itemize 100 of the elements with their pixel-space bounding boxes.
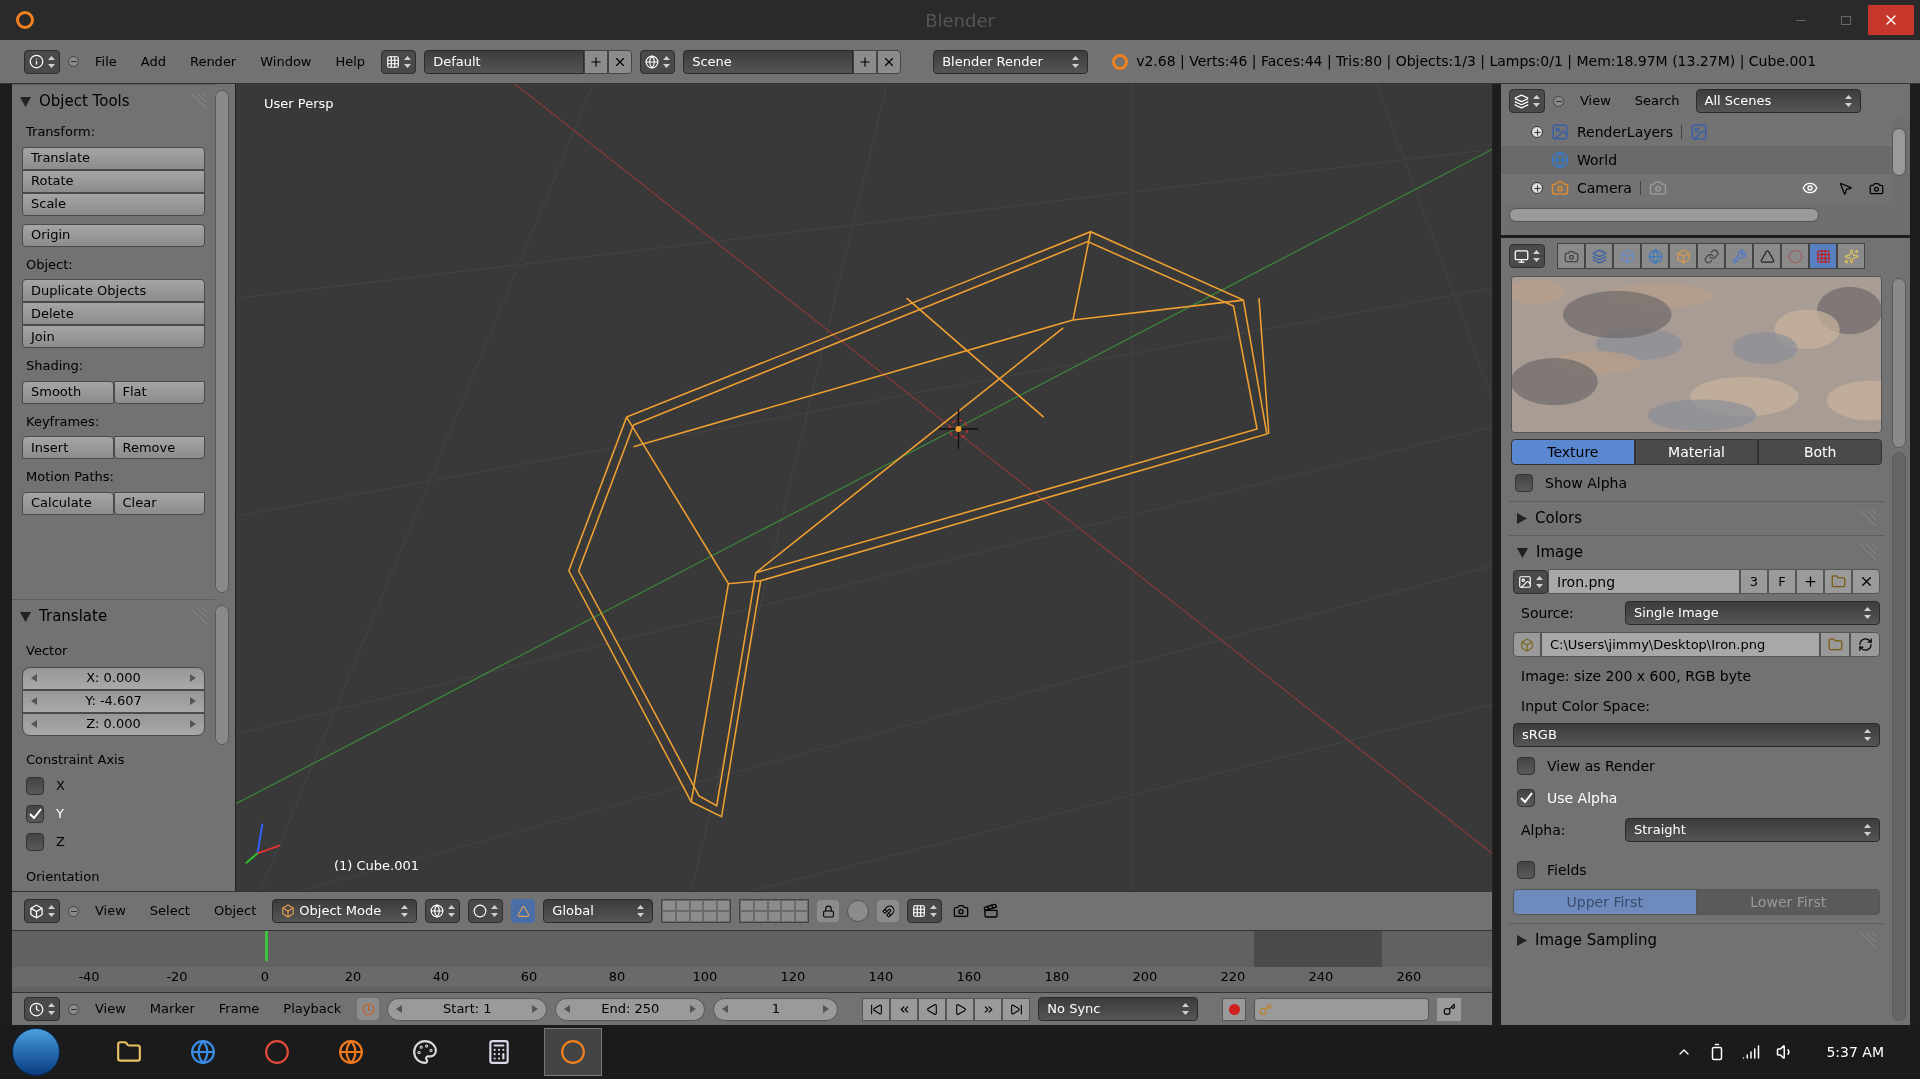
current-frame-field[interactable]: 1 (713, 997, 839, 1021)
jump-start-icon[interactable] (862, 997, 891, 1021)
left-arrow-icon[interactable] (722, 1005, 729, 1013)
scrollbar[interactable] (215, 605, 229, 745)
properties-tab[interactable] (1725, 243, 1753, 269)
properties-editor-button[interactable] (1509, 244, 1545, 268)
properties-tab[interactable] (1753, 243, 1781, 269)
start-frame-field[interactable]: Start: 1 (387, 997, 548, 1021)
checkbox[interactable] (1515, 474, 1533, 492)
tool-button[interactable]: Clear (113, 491, 205, 515)
properties-tab[interactable] (1585, 243, 1613, 269)
properties-tab[interactable] (1697, 243, 1725, 269)
snap-button[interactable] (907, 899, 943, 923)
scrollbar[interactable] (1892, 128, 1906, 176)
menu-item[interactable]: View (1572, 91, 1619, 111)
right-arrow-icon[interactable] (690, 1005, 697, 1013)
menu-item[interactable]: View (87, 999, 134, 1019)
close-icon[interactable] (608, 49, 633, 74)
menu-item[interactable]: Render (181, 51, 245, 72)
menu-item[interactable]: Frame (210, 999, 268, 1019)
left-arrow-icon[interactable] (31, 720, 37, 728)
scrollbar[interactable] (1892, 278, 1906, 448)
outliner-row[interactable]: RenderLayers (1501, 118, 1892, 146)
collapse-icon[interactable] (68, 56, 79, 67)
file-path-field[interactable]: C:\Users\jimmy\Desktop\Iron.png (1541, 632, 1820, 657)
tool-button[interactable]: Flat (113, 380, 205, 404)
tool-button[interactable]: Smooth (22, 380, 114, 404)
preview-mode-tab[interactable]: Both (1758, 439, 1882, 465)
scrollbar[interactable] (215, 90, 229, 593)
checkbox[interactable] (26, 777, 44, 795)
properties-tab[interactable] (1641, 243, 1669, 269)
add-icon[interactable] (1796, 569, 1824, 594)
tool-button[interactable]: Translate (22, 146, 205, 170)
start-button[interactable] (12, 1028, 60, 1076)
menu-item[interactable]: Search (1626, 91, 1688, 111)
menu-item[interactable]: Window (252, 51, 320, 72)
render-preview-icon[interactable] (847, 900, 870, 922)
orientation-dropdown[interactable]: Global (543, 899, 654, 923)
close-icon[interactable] (877, 49, 902, 74)
image-browse-button[interactable] (1513, 569, 1548, 594)
left-arrow-icon[interactable] (31, 674, 37, 682)
expand-icon[interactable] (1531, 126, 1543, 138)
shading-button[interactable] (425, 899, 461, 923)
close-button[interactable] (1868, 5, 1914, 35)
left-arrow-icon[interactable] (396, 1005, 403, 1013)
layout-type-button[interactable] (381, 49, 417, 74)
menu-item[interactable]: View (87, 901, 134, 921)
right-arrow-icon[interactable] (190, 674, 196, 682)
left-arrow-icon[interactable] (564, 1005, 571, 1013)
menu-item[interactable]: Playback (275, 999, 350, 1019)
render-engine-dropdown[interactable]: Blender Render (933, 49, 1089, 74)
right-arrow-icon[interactable] (532, 1005, 539, 1013)
outliner-row[interactable]: World (1501, 146, 1892, 174)
menu-item[interactable]: Object (205, 901, 265, 921)
checkbox[interactable] (1517, 757, 1535, 775)
key-icon[interactable] (1437, 997, 1462, 1021)
sync-dropdown[interactable]: No Sync (1038, 997, 1199, 1021)
layout-field[interactable]: Default (424, 49, 585, 74)
collapse-icon[interactable] (68, 905, 79, 917)
user-count[interactable]: 3 (1740, 569, 1768, 594)
right-arrow-icon[interactable] (823, 1005, 830, 1013)
tool-button[interactable]: Delete (22, 302, 205, 325)
number-field[interactable]: Z: 0.000 (22, 712, 205, 736)
3d-viewport[interactable]: User Persp (1) Cube.001 (235, 84, 1492, 891)
outliner-row[interactable]: Camera (1501, 174, 1892, 202)
collapse-icon[interactable] (68, 1003, 79, 1015)
properties-tab[interactable] (1781, 243, 1809, 269)
expand-icon[interactable] (1531, 182, 1543, 194)
editor-type-button[interactable] (24, 899, 60, 923)
jump-end-icon[interactable] (1002, 997, 1031, 1021)
current-frame-marker[interactable] (265, 931, 268, 962)
tool-button[interactable]: Insert (22, 436, 114, 459)
outliner-editor-button[interactable] (1509, 89, 1545, 113)
tool-button[interactable]: Origin (22, 223, 205, 247)
collapse-icon[interactable] (1553, 95, 1564, 107)
alpha-dropdown[interactable]: Straight (1625, 818, 1880, 842)
right-arrow-icon[interactable] (190, 697, 196, 705)
properties-tab[interactable] (1669, 243, 1697, 269)
preview-mode-tab[interactable]: Texture (1511, 439, 1635, 465)
tool-button[interactable]: Scale (22, 192, 205, 216)
record-icon[interactable] (1222, 997, 1247, 1021)
tool-button[interactable]: Duplicate Objects (22, 279, 205, 302)
number-field[interactable]: Y: -4.607 (22, 689, 205, 713)
checkbox[interactable] (1517, 861, 1535, 879)
horizontal-scrollbar[interactable] (1509, 208, 1819, 222)
layer-buttons[interactable] (739, 899, 810, 923)
scene-type-button[interactable] (640, 49, 676, 74)
timeline[interactable]: -40 -20 0 20 40 60 80 100 120 140 160 180 200 220 240 260 (12, 930, 1492, 992)
timeline-editor-button[interactable] (24, 997, 60, 1021)
number-field[interactable]: X: 0.000 (22, 666, 205, 690)
play-reverse-icon[interactable] (918, 997, 947, 1021)
add-icon[interactable] (853, 49, 878, 74)
preview-mode-tab[interactable]: Material (1634, 439, 1759, 465)
lock-icon[interactable] (817, 900, 840, 922)
mode-dropdown[interactable]: Object Mode (272, 899, 418, 923)
color-space-dropdown[interactable]: sRGB (1513, 723, 1880, 747)
magnet-icon[interactable] (877, 900, 900, 922)
checkbox[interactable] (1517, 789, 1535, 807)
tool-button[interactable]: Rotate (22, 169, 205, 193)
image-name-field[interactable]: Iron.png (1548, 569, 1740, 594)
